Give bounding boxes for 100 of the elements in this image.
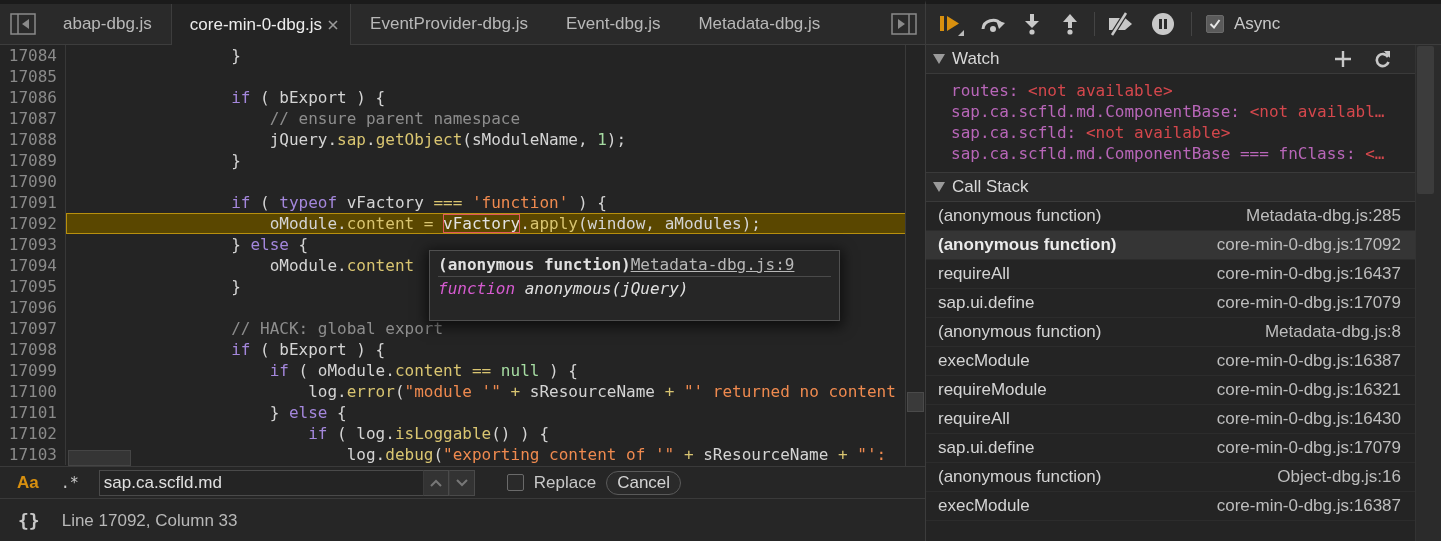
frame-location: core-min-0-dbg.js:16387 bbox=[1216, 496, 1401, 516]
function-signature: function anonymous(jQuery) bbox=[438, 278, 690, 300]
code-line: // ensure parent namespace bbox=[269, 109, 521, 128]
cancel-button[interactable]: Cancel bbox=[606, 470, 682, 495]
sidebar-toggle-icon[interactable] bbox=[10, 13, 36, 35]
pretty-print-button[interactable]: {} bbox=[16, 510, 42, 531]
code-line: if ( oModule.content == null ) { bbox=[269, 361, 578, 380]
line-number: 17088 bbox=[0, 129, 66, 150]
code-line: // HACK: global export bbox=[231, 319, 444, 338]
replace-checkbox[interactable] bbox=[506, 474, 524, 491]
previous-match-button[interactable] bbox=[422, 469, 449, 496]
file-tab[interactable]: Event-dbg.js bbox=[546, 4, 680, 44]
line-number: 17102 bbox=[0, 423, 66, 444]
line-number: 17097 bbox=[0, 318, 66, 339]
frame-location: Metadata-dbg.js:8 bbox=[1264, 322, 1401, 342]
code-line: if ( bExport ) { bbox=[231, 88, 386, 107]
watch-expression: sap.ca.scfld: <not available> bbox=[951, 122, 1232, 143]
code-line: } bbox=[231, 277, 241, 296]
frame-location: core-min-0-dbg.js:16437 bbox=[1216, 264, 1401, 284]
call-frame[interactable]: (anonymous function) core-min-0-dbg.js:17092 bbox=[926, 231, 1415, 260]
function-name: execModule bbox=[938, 496, 1031, 516]
line-number: 17103 bbox=[0, 444, 66, 465]
section-title: Call Stack bbox=[952, 177, 1029, 197]
line-number: 17093 bbox=[0, 234, 66, 255]
function-name: sap.ui.define bbox=[938, 438, 1036, 458]
next-match-button[interactable] bbox=[448, 469, 475, 496]
code-line: } bbox=[231, 46, 241, 65]
call-stack-header[interactable]: Call Stack bbox=[926, 172, 1415, 202]
function-name: sap.ui.define bbox=[938, 293, 1036, 313]
code-line: oModule.content = vFactory.apply(window, aModules); bbox=[269, 214, 761, 233]
file-tab[interactable]: abap-dbg.js bbox=[44, 4, 171, 44]
function-name: (anonymous function) bbox=[938, 322, 1103, 342]
line-number: 17085 bbox=[0, 66, 66, 87]
source-link[interactable]: Metadata-dbg.js:9 bbox=[630, 254, 795, 276]
line-number: 17087 bbox=[0, 108, 66, 129]
line-number: 17095 bbox=[0, 276, 66, 297]
pause-icon[interactable] bbox=[1151, 12, 1175, 36]
code-line: log.error("module '" + sResourceName + "' returned no content bbox=[308, 382, 896, 401]
frame-location: core-min-0-dbg.js:17079 bbox=[1216, 438, 1401, 458]
function-name: requireAll bbox=[938, 264, 1011, 284]
scrollbar-thumb[interactable] bbox=[68, 450, 131, 466]
code-line: log.debug("exporting content of '" + sResourceName + "': bbox=[346, 445, 887, 464]
function-name: execModule bbox=[938, 351, 1031, 371]
frame-location: core-min-0-dbg.js:17092 bbox=[1216, 235, 1401, 255]
file-tab[interactable]: core-min-0-dbg.js bbox=[170, 4, 352, 45]
line-number: 17098 bbox=[0, 339, 66, 360]
code-line: jQuery.sap.getObject(sModuleName, 1); bbox=[269, 130, 627, 149]
step-out-icon[interactable] bbox=[1062, 13, 1078, 35]
line-number: 17090 bbox=[0, 171, 66, 192]
code-line: if ( log.isLoggable() ) { bbox=[308, 424, 549, 443]
section-title: Watch bbox=[952, 49, 1000, 69]
scrollbar-thumb[interactable] bbox=[907, 392, 924, 412]
cursor-position: Line 17092, Column 33 bbox=[61, 510, 238, 531]
replace-label: Replace bbox=[533, 472, 597, 493]
frame-location: Object-dbg.js:16 bbox=[1277, 467, 1401, 487]
async-label: Async bbox=[1234, 14, 1281, 34]
line-number: 17084 bbox=[0, 45, 66, 66]
file-tab[interactable]: Metadata-dbg.js bbox=[679, 4, 840, 44]
line-number: 17094 bbox=[0, 255, 66, 276]
line-number: 17086 bbox=[0, 87, 66, 108]
disclosure-triangle-icon[interactable] bbox=[933, 54, 945, 64]
code-line: } else { bbox=[231, 235, 309, 254]
line-number: 17101 bbox=[0, 402, 66, 423]
regex-toggle[interactable]: .* bbox=[60, 473, 79, 492]
chevron-down-icon bbox=[455, 478, 468, 487]
line-number: 17096 bbox=[0, 297, 66, 318]
frame-location: core-min-0-dbg.js:16430 bbox=[1216, 409, 1401, 429]
match-case-toggle[interactable]: Aa bbox=[17, 472, 39, 493]
line-number: 17091 bbox=[0, 192, 66, 213]
function-name: (anonymous function) bbox=[938, 206, 1103, 226]
frame-location: core-min-0-dbg.js:17079 bbox=[1216, 293, 1401, 313]
sidebar-toggle-icon[interactable] bbox=[891, 13, 917, 35]
function-name: (anonymous function) bbox=[938, 467, 1103, 487]
watch-expression: routes: <not available> bbox=[951, 80, 1174, 101]
frame-location: core-min-0-dbg.js:16321 bbox=[1216, 380, 1401, 400]
line-number: 17100 bbox=[0, 381, 66, 402]
code-line: if ( bExport ) { bbox=[231, 340, 386, 359]
function-name: (anonymous function) bbox=[938, 235, 1118, 255]
watch-expression: sap.ca.scfld.md.ComponentBase: <not availabl… bbox=[951, 101, 1386, 122]
function-name: (anonymous function) bbox=[438, 254, 631, 276]
search-field[interactable]: sap.ca.scfld.md bbox=[98, 469, 423, 496]
line-number: 17089 bbox=[0, 150, 66, 171]
async-checkbox[interactable] bbox=[1206, 15, 1224, 33]
line-number: 17099 bbox=[0, 360, 66, 381]
chevron-up-icon bbox=[429, 478, 442, 487]
function-name: requireModule bbox=[938, 380, 1048, 400]
file-tab[interactable]: EventProvider-dbg.js bbox=[351, 4, 547, 44]
watch-expression: sap.ca.scfld.md.ComponentBase === fnClass: <… bbox=[951, 143, 1386, 164]
add-icon[interactable] bbox=[1335, 51, 1351, 67]
refresh-icon[interactable] bbox=[1375, 50, 1391, 68]
function-name: requireAll bbox=[938, 409, 1011, 429]
close-icon[interactable] bbox=[326, 17, 341, 32]
disclosure-triangle-icon[interactable] bbox=[933, 182, 945, 192]
step-into-icon[interactable] bbox=[1024, 13, 1040, 35]
checkmark-icon bbox=[1209, 18, 1221, 30]
code-line: } bbox=[231, 151, 241, 170]
frame-location: Metadata-dbg.js:285 bbox=[1246, 206, 1401, 226]
code-line: } else { bbox=[269, 403, 347, 422]
code-line: if ( typeof vFactory === 'function' ) { bbox=[231, 193, 607, 212]
watch-header[interactable]: Watch bbox=[926, 45, 1415, 74]
